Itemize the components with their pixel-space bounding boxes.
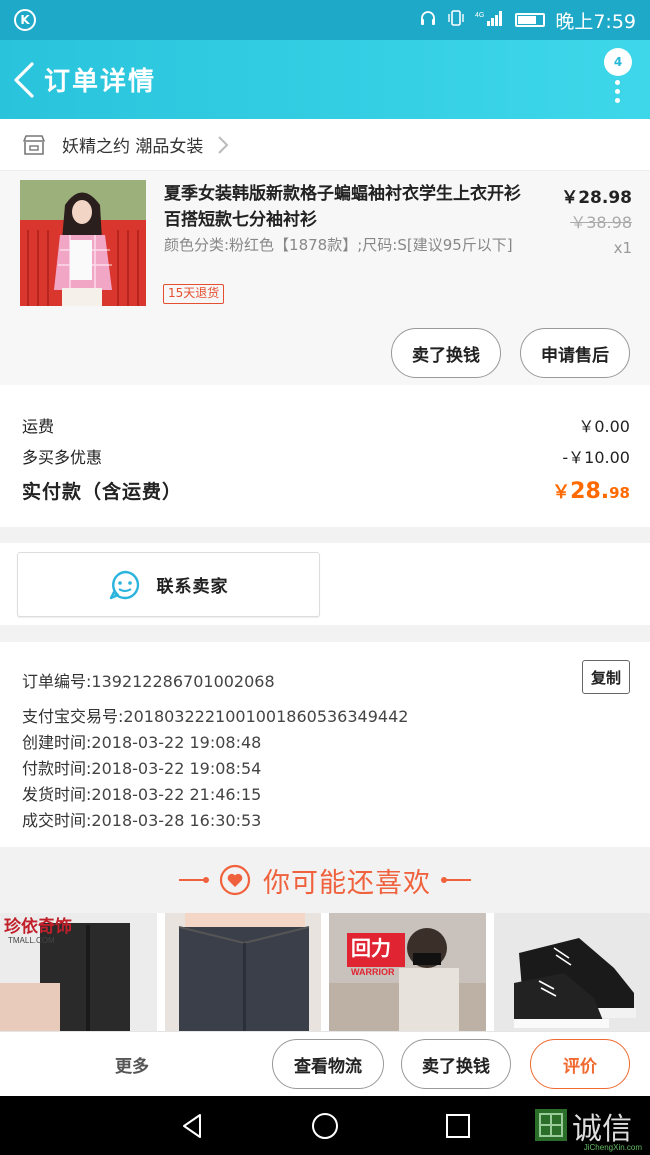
nav-back-icon[interactable] — [178, 1112, 206, 1140]
product-card[interactable]: 夏季女装韩版新款格子蝙蝠袖衬衣学生上衣开衫百搭短款七分袖衬衫 颜色分类:粉红色【… — [0, 171, 650, 385]
watermark-icon — [535, 1109, 567, 1141]
signal-icon: 4G — [475, 9, 505, 31]
shop-row[interactable]: 妖精之约 潮品女装 — [0, 119, 650, 171]
more-menu-button[interactable]: 4 — [604, 48, 632, 108]
watermark-logo: 诚信 JiChengXin.com — [534, 1104, 646, 1152]
shipping-value: ￥0.00 — [578, 417, 630, 436]
product-image[interactable] — [20, 180, 146, 306]
status-icons: 4G 晚上7:59 — [419, 7, 636, 34]
svg-text:4G: 4G — [475, 12, 484, 19]
copy-order-number-button[interactable]: 复制 — [582, 660, 630, 694]
product-original-price: ￥38.98 — [570, 213, 632, 232]
svg-text:WARRIOR: WARRIOR — [351, 967, 395, 977]
completed-time-row: 成交时间:2018-03-28 16:30:53 — [22, 811, 262, 830]
order-totals: 运费 ￥0.00 多买多优惠 -￥10.00 实付款（含运费） ￥28.98 — [0, 385, 650, 527]
paid-label: 实付款（含运费） — [22, 481, 183, 503]
discount-row: 多买多优惠 -￥10.00 — [22, 444, 630, 468]
app-notification-icon: K — [14, 9, 36, 31]
top-nav-bar: 订单详情 4 — [0, 40, 650, 119]
message-badge: 4 — [604, 48, 632, 76]
product-title: 夏季女装韩版新款格子蝙蝠袖衬衣学生上衣开衫百搭短款七分袖衬衫 — [164, 184, 521, 230]
recommend-list: 珍依奇饰 TMALL.COM 回力 WARRIOR — [0, 913, 650, 1031]
contact-seller-label: 联系卖家 — [156, 577, 229, 597]
battery-icon — [515, 13, 546, 27]
more-button[interactable]: 更多 — [115, 1052, 149, 1077]
sell-exchange-button[interactable]: 卖了换钱 — [391, 328, 501, 378]
chevron-right-icon — [218, 135, 229, 154]
svg-text:珍依奇饰: 珍依奇饰 — [4, 916, 72, 937]
discount-label: 多买多优惠 — [22, 448, 103, 467]
watermark-sub: JiChengXin.com — [583, 1143, 642, 1152]
more-dots-icon — [615, 80, 621, 103]
heart-icon — [219, 864, 251, 896]
recommend-header: 你可能还喜欢 — [0, 847, 650, 913]
status-time: 晚上7:59 — [555, 10, 636, 33]
recommend-item[interactable] — [493, 913, 650, 1031]
divider-right — [441, 877, 471, 883]
vibrate-icon — [447, 9, 465, 31]
svg-text:回力: 回力 — [351, 936, 391, 960]
paid-time-row: 付款时间:2018-03-22 19:08:54 — [22, 759, 262, 778]
paid-row: 实付款（含运费） ￥28.98 — [22, 477, 630, 504]
created-time-row: 创建时间:2018-03-22 19:08:48 — [22, 733, 262, 752]
contact-seller-button[interactable]: 联系卖家 — [17, 552, 320, 617]
recommend-title: 你可能还喜欢 — [263, 867, 431, 899]
product-price: ￥28.98 — [561, 188, 632, 208]
shipping-label: 运费 — [22, 417, 55, 436]
store-icon — [23, 134, 45, 155]
review-button[interactable]: 评价 — [530, 1039, 630, 1089]
watermark-text: 诚信 — [572, 1112, 632, 1147]
divider-left — [179, 877, 209, 883]
order-number-row: 订单编号:139212286701002068 — [22, 672, 275, 691]
after-sale-button[interactable]: 申请售后 — [520, 328, 630, 378]
order-info: 订单编号:139212286701002068 支付宝交易号:201803222… — [0, 642, 650, 847]
page-title: 订单详情 — [44, 67, 157, 97]
sell-exchange-button[interactable]: 卖了换钱 — [401, 1039, 511, 1089]
svg-text:TMALL.COM: TMALL.COM — [8, 936, 55, 945]
shop-name: 妖精之约 潮品女装 — [62, 137, 204, 157]
bottom-action-bar: 更多 查看物流 卖了换钱 评价 — [0, 1031, 650, 1096]
product-spec: 颜色分类:粉红色【1878款】;尺码:S[建议95斤以下] — [164, 236, 513, 254]
shipping-row: 运费 ￥0.00 — [22, 413, 630, 437]
contact-section: 联系卖家 — [0, 543, 650, 625]
chat-face-icon — [109, 570, 139, 599]
status-bar: K 4G 晚上7:59 — [0, 0, 650, 40]
shipped-time-row: 发货时间:2018-03-22 21:46:15 — [22, 785, 262, 804]
product-quantity: x1 — [613, 239, 632, 257]
headphones-icon — [419, 9, 437, 31]
recommend-item[interactable]: 珍依奇饰 TMALL.COM — [0, 913, 157, 1031]
recommend-item[interactable]: 回力 WARRIOR — [329, 913, 486, 1031]
discount-value: -￥10.00 — [562, 448, 630, 467]
paid-amount: ￥28.98 — [552, 479, 630, 504]
view-logistics-button[interactable]: 查看物流 — [272, 1039, 384, 1089]
system-nav-bar: 诚信 JiChengXin.com — [0, 1096, 650, 1155]
back-arrow-icon[interactable] — [4, 40, 44, 119]
alipay-trade-row: 支付宝交易号:2018032221001001860536349442 — [22, 707, 409, 726]
refund-badge: 15天退货 — [163, 284, 225, 304]
nav-home-icon[interactable] — [311, 1112, 339, 1140]
nav-recent-icon[interactable] — [445, 1113, 471, 1139]
recommend-item[interactable] — [164, 913, 321, 1031]
